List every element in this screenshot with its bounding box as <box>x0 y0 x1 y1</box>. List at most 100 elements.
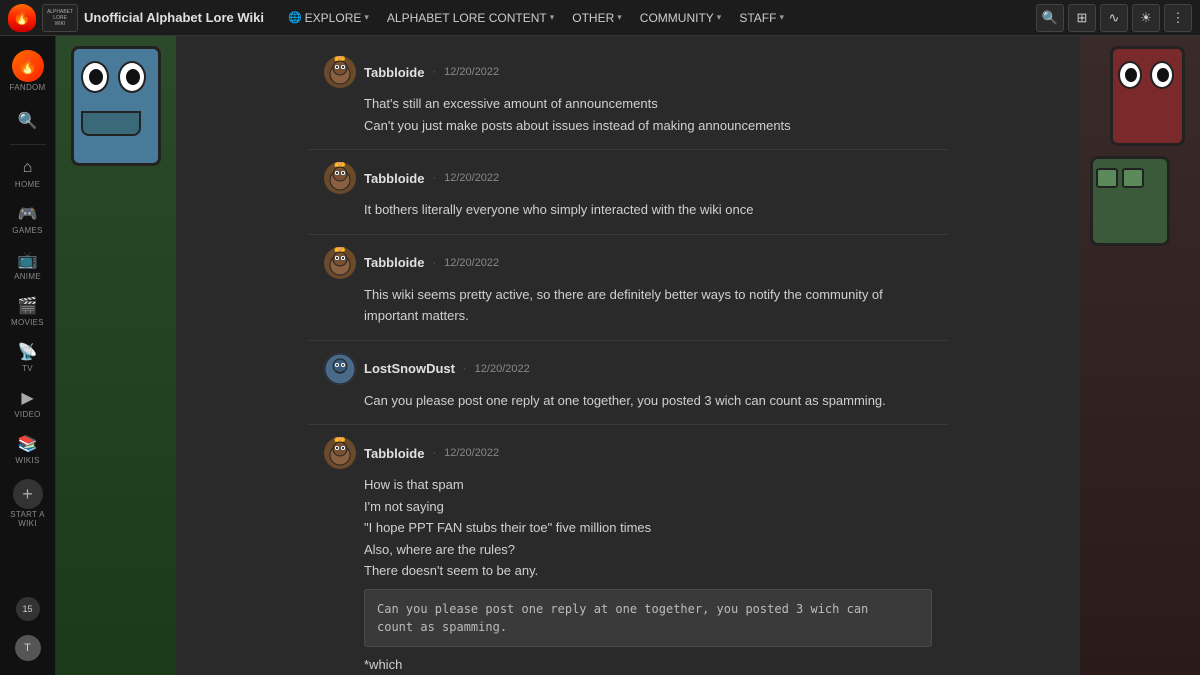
wiki-logo: ALPHABETLOREWIKI <box>42 4 78 32</box>
nav-staff[interactable]: STAFF ▾ <box>731 7 792 29</box>
sidebar-item-anime[interactable]: 📺 ANIME <box>3 243 53 287</box>
start-wiki-icon: + <box>13 479 43 509</box>
sidebar-divider-1 <box>10 144 46 145</box>
nav-explore[interactable]: 🌐 EXPLORE ▾ <box>280 7 377 29</box>
comment-4-avatar <box>324 353 356 385</box>
fandom-flame-logo[interactable]: 🔥 <box>8 4 36 32</box>
alphabet-lore-label: ALPHABET LORE CONTENT <box>387 11 547 25</box>
more-options-button[interactable]: ⋮ <box>1164 4 1192 32</box>
sidebar-games-label: GAMES <box>12 227 42 235</box>
comment-2-header: 🌼 Tabbloide · 12/2 <box>324 162 932 194</box>
chevron-down-icon: ▾ <box>779 12 784 23</box>
sidebar-item-movies[interactable]: 🎬 MOVIES <box>3 289 53 333</box>
sidebar-fandom-label: FANDOM <box>9 84 45 92</box>
search-icon: 🔍 <box>17 110 39 132</box>
anime-icon: 📺 <box>17 249 39 271</box>
nav-other[interactable]: OTHER ▾ <box>564 7 630 29</box>
sidebar-video-label: VIDEO <box>14 411 40 419</box>
chevron-down-icon: ▾ <box>550 12 555 23</box>
comment-5: 🌼 Tabbloide · 12/2 <box>308 425 948 675</box>
sidebar-item-wikis[interactable]: 📚 WIKIS <box>3 427 53 471</box>
sidebar-item-video[interactable]: ▶ VIDEO <box>3 381 53 425</box>
wikis-icon: 📚 <box>17 433 39 455</box>
sidebar-item-notifications[interactable]: 15 <box>3 591 53 627</box>
content-area: 🌼 Tabbloide · 12/2 <box>56 36 1200 675</box>
comment-3-date: 12/20/2022 <box>444 257 499 269</box>
tv-icon: 📡 <box>17 341 39 363</box>
comment-4-text: Can you please post one reply at one tog… <box>324 391 932 411</box>
left-background-art <box>56 36 176 675</box>
comment-3-avatar: 🌼 <box>324 247 356 279</box>
comment-5-text: How is that spam I'm not saying "I hope … <box>324 475 932 674</box>
comment-4-header: LostSnowDust · 12/20/2022 <box>324 353 932 385</box>
sidebar-item-tv[interactable]: 📡 TV <box>3 335 53 379</box>
sidebar-movies-label: MOVIES <box>11 319 44 327</box>
sidebar-item-search[interactable]: 🔍 <box>3 104 53 138</box>
explore-label: EXPLORE <box>305 11 362 25</box>
comment-2-text: It bothers literally everyone who simply… <box>324 200 932 220</box>
sidebar-tv-label: TV <box>22 365 33 373</box>
comment-5-date: 12/20/2022 <box>444 447 499 459</box>
left-sidebar: 🔥 FANDOM 🔍 ⌂ HOME 🎮 GAMES 📺 ANIME 🎬 MOVI… <box>0 36 56 675</box>
sidebar-start-wiki-label: START AWIKI <box>10 511 45 529</box>
search-button[interactable]: 🔍 <box>1036 4 1064 32</box>
comment-separator: · <box>432 66 436 78</box>
community-label: COMMUNITY <box>640 11 714 25</box>
movies-icon: 🎬 <box>17 295 39 317</box>
logo-area: 🔥 ALPHABETLOREWIKI Unofficial Alphabet L… <box>8 4 272 32</box>
comment-1-text: That's still an excessive amount of anno… <box>324 94 932 135</box>
chevron-down-icon: ▾ <box>617 12 622 23</box>
top-nav: 🔥 ALPHABETLOREWIKI Unofficial Alphabet L… <box>0 0 1200 36</box>
comment-separator: · <box>463 363 467 375</box>
comments-container: 🌼 Tabbloide · 12/2 <box>308 36 948 675</box>
chevron-down-icon: ▾ <box>717 12 722 23</box>
comment-1-date: 12/20/2022 <box>444 66 499 78</box>
sidebar-item-fandom[interactable]: 🔥 FANDOM <box>3 44 53 98</box>
comments-main: 🌼 Tabbloide · 12/2 <box>176 36 1080 675</box>
comment-1: 🌼 Tabbloide · 12/2 <box>308 44 948 150</box>
sidebar-anime-label: ANIME <box>14 273 41 281</box>
sidebar-wikis-label: WIKIS <box>15 457 39 465</box>
nav-alphabet-lore-content[interactable]: ALPHABET LORE CONTENT ▾ <box>379 7 562 29</box>
globe-icon: 🌐 <box>288 11 302 24</box>
comment-1-avatar: 🌼 <box>324 56 356 88</box>
activity-button[interactable]: ∿ <box>1100 4 1128 32</box>
nav-menu: 🌐 EXPLORE ▾ ALPHABET LORE CONTENT ▾ OTHE… <box>280 7 1032 29</box>
comment-5-header: 🌼 Tabbloide · 12/2 <box>324 437 932 469</box>
comment-1-header: 🌼 Tabbloide · 12/2 <box>324 56 932 88</box>
comment-4: LostSnowDust · 12/20/2022 Can you please… <box>308 341 948 426</box>
comment-5-author[interactable]: Tabbloide <box>364 446 424 461</box>
grid-button[interactable]: ⊞ <box>1068 4 1096 32</box>
staff-label: STAFF <box>739 11 776 25</box>
sidebar-item-user-avatar[interactable]: T <box>3 629 53 667</box>
theme-toggle[interactable]: ☀ <box>1132 4 1160 32</box>
chevron-down-icon: ▾ <box>364 12 369 23</box>
sidebar-item-games[interactable]: 🎮 GAMES <box>3 197 53 241</box>
comment-2-author[interactable]: Tabbloide <box>364 171 424 186</box>
comment-3: 🌼 Tabbloide · 12/2 <box>308 235 948 341</box>
comment-separator: · <box>432 447 436 459</box>
comment-3-author[interactable]: Tabbloide <box>364 255 424 270</box>
quoted-text-block: Can you please post one reply at one tog… <box>364 589 932 647</box>
comment-3-text: This wiki seems pretty active, so there … <box>324 285 932 326</box>
comment-separator: · <box>432 257 436 269</box>
main-layout: 🔥 FANDOM 🔍 ⌂ HOME 🎮 GAMES 📺 ANIME 🎬 MOVI… <box>0 36 1200 675</box>
comment-separator: · <box>432 172 436 184</box>
comment-2-date: 12/20/2022 <box>444 172 499 184</box>
nav-community[interactable]: COMMUNITY ▾ <box>632 7 730 29</box>
wiki-title[interactable]: Unofficial Alphabet Lore Wiki <box>84 10 264 25</box>
sidebar-item-start-wiki[interactable]: + START AWIKI <box>3 473 53 535</box>
comment-3-header: 🌼 Tabbloide · 12/2 <box>324 247 932 279</box>
sidebar-item-home[interactable]: ⌂ HOME <box>3 151 53 195</box>
comment-4-author[interactable]: LostSnowDust <box>364 361 455 376</box>
home-icon: ⌂ <box>17 157 39 179</box>
games-icon: 🎮 <box>17 203 39 225</box>
video-icon: ▶ <box>17 387 39 409</box>
sidebar-home-label: HOME <box>15 181 40 189</box>
fandom-logo-icon: 🔥 <box>12 50 44 82</box>
nav-right-actions: 🔍 ⊞ ∿ ☀ ⋮ <box>1036 4 1192 32</box>
comment-4-date: 12/20/2022 <box>475 363 530 375</box>
comment-1-author[interactable]: Tabbloide <box>364 65 424 80</box>
comment-2-avatar: 🌼 <box>324 162 356 194</box>
right-background-art <box>1080 36 1200 675</box>
